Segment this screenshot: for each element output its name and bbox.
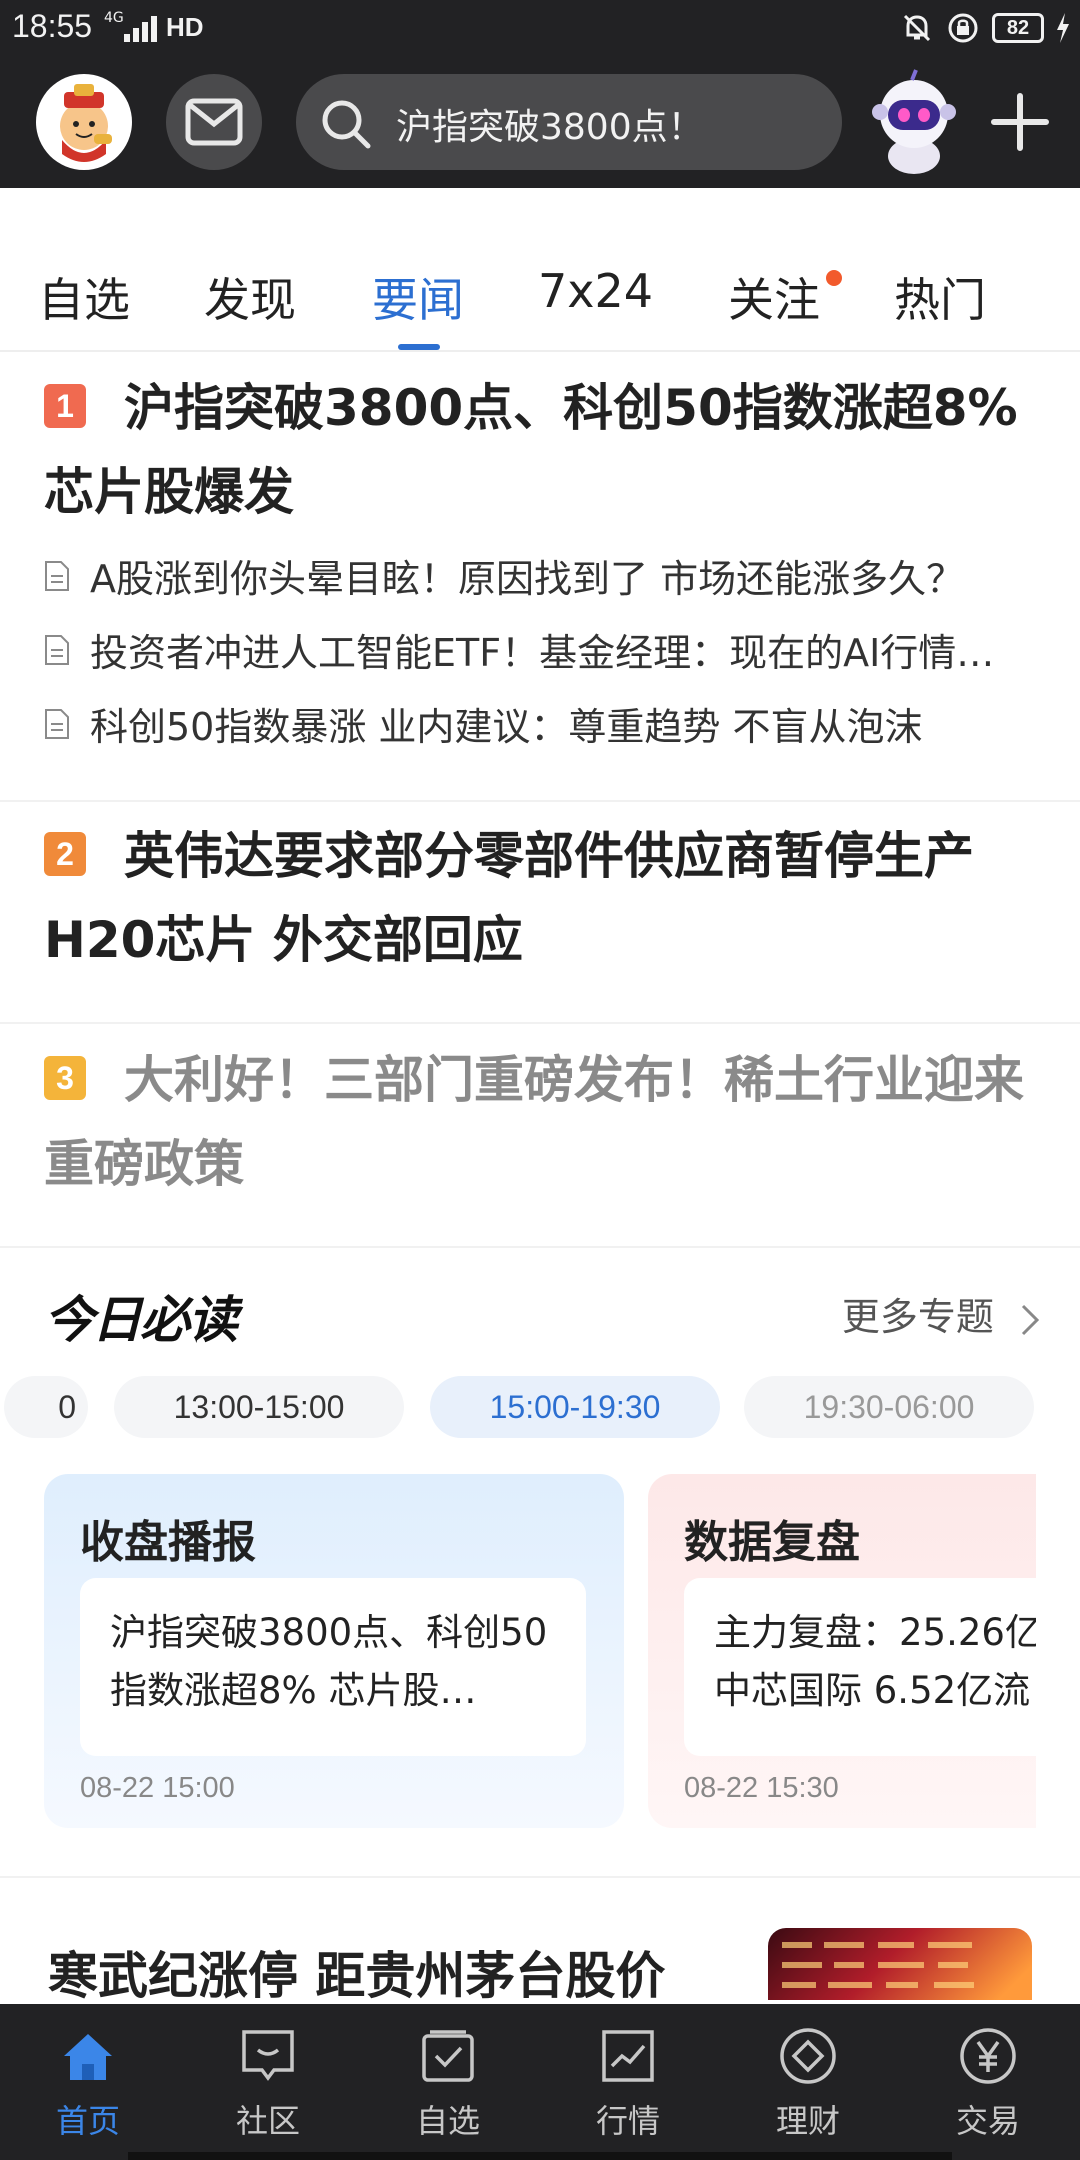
card-summary: 主力复盘：25.26亿 中芯国际 6.52亿流 xyxy=(714,1611,1036,1712)
card-title: 收盘播报 xyxy=(80,1517,256,1568)
card-time: 08-22 15:30 xyxy=(684,1772,839,1804)
related-news-3[interactable]: 科创50指数暴涨 业内建议：尊重趋势 不盲从泡沫 xyxy=(44,688,1024,758)
news-headline[interactable]: 寒武纪涨停 距贵州茅台股价 xyxy=(48,1936,665,2008)
divider xyxy=(0,1022,1080,1024)
document-icon xyxy=(45,561,69,591)
tab-7x24[interactable]: 7x24 xyxy=(538,264,653,318)
nav-label: 交易 xyxy=(955,2102,1020,2140)
fortune-god-icon xyxy=(60,84,112,162)
news-item-3[interactable]: 3 大利好！三部门重磅发布！稀土行业迎来重磅政策 xyxy=(44,1038,1044,1206)
time-chip-close[interactable]: 15:00-19:30 xyxy=(430,1376,720,1438)
search-placeholder: 沪指突破3800点！ xyxy=(396,107,704,148)
news-headline[interactable]: 大利好！三部门重磅发布！稀土行业迎来重磅政策 xyxy=(44,1038,1044,1206)
nav-label: 理财 xyxy=(775,2102,840,2140)
bottom-navigation: 首页 社区 自选 行情 理财 交易 xyxy=(0,2004,1080,2160)
mail-icon xyxy=(185,98,243,146)
more-topics-label: 更多专题 xyxy=(841,1295,994,1339)
charging-icon xyxy=(1057,13,1069,43)
nav-market[interactable]: 行情 xyxy=(568,2026,688,2146)
tab-headlines[interactable]: 要闻 xyxy=(372,264,464,330)
news-headline[interactable]: 沪指突破3800点、科创50指数涨超8% 芯片股爆发 xyxy=(44,366,1044,534)
divider xyxy=(0,800,1080,802)
card-title: 数据复盘 xyxy=(684,1517,860,1568)
tab-following[interactable]: 关注 xyxy=(728,264,820,330)
tab-discover[interactable]: 发现 xyxy=(204,264,296,330)
related-news-2[interactable]: 投资者冲进人工智能ETF！基金经理：现在的AI行情… xyxy=(44,614,1024,684)
card-summary-box: 主力复盘：25.26亿 中芯国际 6.52亿流 xyxy=(684,1578,1036,1756)
checkbox-icon xyxy=(422,2030,474,2082)
lock-rotation-icon xyxy=(948,13,978,43)
chevron-right-icon xyxy=(1021,1304,1040,1335)
avatar[interactable] xyxy=(36,74,132,170)
section-title: 今日必读 xyxy=(44,1291,238,1349)
related-news-text: 投资者冲进人工智能ETF！基金经理：现在的AI行情… xyxy=(90,631,995,675)
nav-wealth[interactable]: 理财 xyxy=(748,2026,868,2146)
nav-label: 社区 xyxy=(235,2102,300,2140)
card-summary: 沪指突破3800点、科创50指数涨超8% 芯片股… xyxy=(110,1611,548,1712)
divider xyxy=(0,1876,1080,1878)
nav-watchlist[interactable]: 自选 xyxy=(388,2026,508,2146)
home-icon xyxy=(64,2034,112,2080)
time-chip-night[interactable]: 19:30-06:00 xyxy=(744,1376,1034,1438)
plus-icon xyxy=(991,93,1049,151)
news-thumbnail[interactable] xyxy=(768,1928,1032,2000)
card-time: 08-22 15:00 xyxy=(80,1772,235,1804)
document-icon xyxy=(45,709,69,739)
divider xyxy=(0,1246,1080,1248)
add-button[interactable] xyxy=(984,86,1056,158)
yen-coin-icon xyxy=(960,2028,1016,2084)
chat-bubble-icon xyxy=(242,2030,294,2081)
card-summary-box: 沪指突破3800点、科创50指数涨超8% 芯片股… xyxy=(80,1578,586,1756)
time-chip-afternoon[interactable]: 13:00-15:00 xyxy=(114,1376,404,1438)
message-button[interactable] xyxy=(166,74,262,170)
data-review-card[interactable]: 数据复盘 主力复盘：25.26亿 中芯国际 6.52亿流 08-22 15:30 xyxy=(648,1474,1036,1828)
stock-board-image xyxy=(782,1942,974,1988)
nav-label: 行情 xyxy=(595,2102,660,2140)
rank-badge: 3 xyxy=(44,1056,86,1100)
nav-home[interactable]: 首页 xyxy=(28,2026,148,2146)
related-news-text: 科创50指数暴涨 业内建议：尊重趋势 不盲从泡沫 xyxy=(90,705,923,749)
tab-watchlist[interactable]: 自选 xyxy=(38,264,130,330)
notification-dot xyxy=(826,270,842,286)
nav-label: 自选 xyxy=(415,2102,480,2140)
rank-badge: 1 xyxy=(44,384,86,428)
news-item-2[interactable]: 2 英伟达要求部分零部件供应商暂停生产H20芯片 外交部回应 xyxy=(44,814,1044,982)
rank-badge: 2 xyxy=(44,832,86,876)
home-indicator xyxy=(128,2152,952,2160)
chart-line-icon xyxy=(602,2030,654,2082)
nav-community[interactable]: 社区 xyxy=(208,2026,328,2146)
status-time: 18:55 xyxy=(12,8,93,44)
signal-icon xyxy=(124,14,160,42)
nav-trade[interactable]: 交易 xyxy=(928,2026,1048,2146)
document-icon xyxy=(45,635,69,665)
search-icon xyxy=(322,100,371,149)
related-news-text: A股涨到你头晕目眩！原因找到了 市场还能涨多久？ xyxy=(90,557,965,601)
related-news-1[interactable]: A股涨到你头晕目眩！原因找到了 市场还能涨多久？ xyxy=(44,540,1024,610)
status-bar: 18:55 4G HD 82 xyxy=(0,0,1080,56)
news-item-1[interactable]: 1 沪指突破3800点、科创50指数涨超8% 芯片股爆发 xyxy=(44,366,1044,534)
robot-mascot-icon xyxy=(872,69,956,174)
active-tab-indicator xyxy=(398,344,440,350)
time-chip-previous[interactable]: 0 xyxy=(4,1376,88,1438)
tab-bar: 自选 发现 要闻 7x24 关注 热门 xyxy=(0,240,1080,352)
network-type: 4G xyxy=(104,10,124,26)
tab-hot[interactable]: 热门 xyxy=(894,264,986,330)
news-headline[interactable]: 英伟达要求部分零部件供应商暂停生产H20芯片 外交部回应 xyxy=(44,814,1044,982)
robot-assistant[interactable] xyxy=(862,66,966,178)
search-bar[interactable]: 沪指突破3800点！ xyxy=(296,74,842,170)
closing-report-card[interactable]: 收盘播报 沪指突破3800点、科创50指数涨超8% 芯片股… 08-22 15:… xyxy=(44,1474,624,1828)
hd-badge: HD xyxy=(166,12,204,42)
more-topics-link[interactable]: 更多专题 xyxy=(842,1286,1040,1341)
battery-icon: 82 xyxy=(992,13,1044,43)
mute-icon xyxy=(903,14,931,42)
nav-label: 首页 xyxy=(55,2102,120,2140)
diamond-icon xyxy=(780,2028,836,2084)
app-header: 沪指突破3800点！ xyxy=(0,56,1080,188)
